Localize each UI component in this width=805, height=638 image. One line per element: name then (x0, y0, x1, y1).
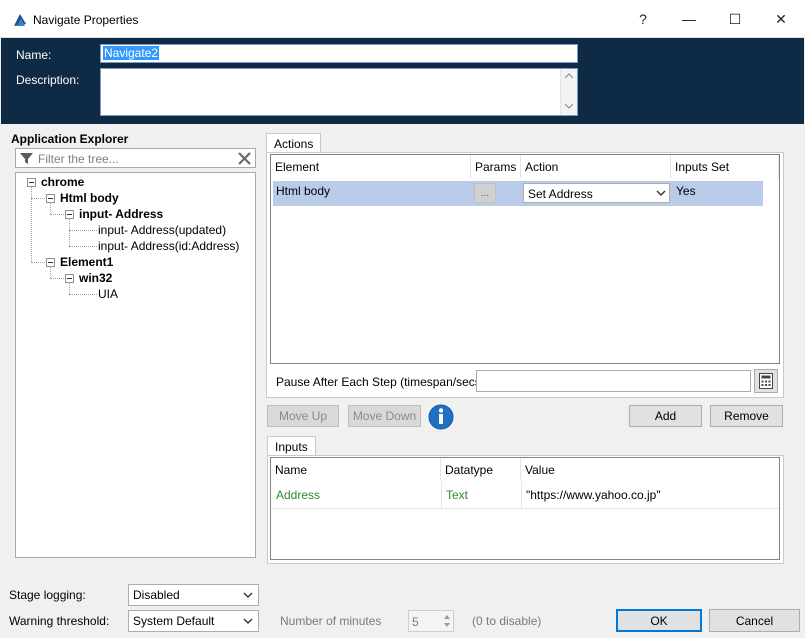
tree-node-input-address-updated[interactable]: input- Address(updated) (98, 223, 226, 237)
action-value: Set Address (528, 187, 593, 201)
application-tree[interactable]: chrome Html body input- Address input- A… (15, 172, 256, 558)
collapse-win32-icon[interactable] (65, 274, 74, 283)
disable-hint: (0 to disable) (472, 614, 542, 628)
stage-logging-label: Stage logging: (9, 588, 86, 602)
tree-node-uia[interactable]: UIA (98, 287, 118, 301)
params-button[interactable]: ... (474, 183, 496, 203)
clear-filter-icon[interactable] (238, 152, 251, 165)
filter-placeholder: Filter the tree... (38, 152, 119, 166)
warning-threshold-select[interactable]: System Default (128, 610, 259, 632)
cancel-button[interactable]: Cancel (709, 609, 800, 632)
column-header-datatype[interactable]: Datatype (441, 458, 521, 481)
name-value: Navigate2 (103, 46, 160, 60)
close-button[interactable]: ✕ (758, 4, 804, 34)
stage-logging-select[interactable]: Disabled (128, 584, 259, 606)
chevron-down-icon (243, 592, 253, 598)
warning-threshold-label: Warning threshold: (9, 614, 110, 628)
header-panel: Name: Description: Navigate2 (1, 38, 804, 124)
tree-node-input-address-id[interactable]: input- Address(id:Address) (98, 239, 239, 253)
table-row[interactable]: Html body ... Set Address Yes (273, 181, 763, 206)
column-header-params[interactable]: Params (471, 155, 521, 178)
stepper-arrows-icon[interactable] (443, 613, 451, 629)
help-button[interactable]: ? (620, 4, 666, 34)
pause-input[interactable] (476, 370, 751, 392)
pause-label: Pause After Each Step (timespan/secs) (276, 375, 485, 389)
tree-node-chrome[interactable]: chrome (41, 175, 84, 189)
remove-button[interactable]: Remove (710, 405, 783, 427)
table-row[interactable]: Address Text "https://www.yahoo.co.jp" (271, 482, 779, 509)
tree-node-win32[interactable]: win32 (79, 271, 112, 285)
inputs-grid[interactable]: Name Datatype Value Address Text "https:… (270, 457, 780, 560)
tab-inputs[interactable]: Inputs (267, 436, 316, 456)
input-name-cell: Address (276, 488, 321, 502)
action-select[interactable]: Set Address (523, 183, 670, 203)
calculator-button[interactable] (754, 369, 778, 393)
minutes-stepper[interactable]: 5 (408, 610, 454, 632)
actions-grid[interactable]: Element Params Action Inputs Set Html bo… (270, 154, 780, 364)
description-scrollbar[interactable] (560, 69, 577, 115)
collapse-element1-icon[interactable] (46, 258, 55, 267)
explorer-title: Application Explorer (11, 132, 129, 146)
column-header-name[interactable]: Name (271, 458, 441, 481)
info-icon[interactable] (428, 404, 454, 430)
minutes-value: 5 (412, 615, 419, 629)
row-element: Html body (276, 184, 331, 198)
tree-filter-input[interactable]: Filter the tree... (15, 148, 256, 168)
ok-button[interactable]: OK (616, 609, 702, 632)
maximize-button[interactable]: ☐ (712, 4, 758, 34)
minutes-label: Number of minutes (280, 614, 382, 628)
filter-icon (20, 153, 33, 164)
warning-threshold-value: System Default (133, 614, 215, 628)
stage-logging-value: Disabled (133, 588, 180, 602)
move-up-button[interactable]: Move Up (267, 405, 339, 427)
input-value-cell[interactable]: "https://www.yahoo.co.jp" (526, 488, 661, 502)
tree-node-html-body[interactable]: Html body (60, 191, 119, 205)
name-field[interactable]: Navigate2 (100, 44, 578, 63)
column-header-inputs-set[interactable]: Inputs Set (671, 155, 779, 178)
tree-node-element1[interactable]: Element1 (60, 255, 113, 269)
scroll-up-icon[interactable] (565, 73, 573, 79)
description-field[interactable] (100, 68, 578, 116)
scroll-down-icon[interactable] (565, 103, 573, 109)
name-label: Name: (16, 48, 52, 62)
collapse-html-body-icon[interactable] (46, 194, 55, 203)
column-header-action[interactable]: Action (521, 155, 671, 178)
move-down-button[interactable]: Move Down (348, 405, 421, 427)
tree-node-input-address[interactable]: input- Address (79, 207, 163, 221)
tab-actions[interactable]: Actions (266, 133, 322, 153)
title-bar: Navigate Properties ? — ☐ ✕ (0, 0, 805, 38)
collapse-input-address-icon[interactable] (65, 210, 74, 219)
chevron-down-icon (656, 190, 666, 196)
column-header-value[interactable]: Value (521, 458, 779, 481)
column-header-element[interactable]: Element (271, 155, 471, 178)
collapse-chrome-icon[interactable] (27, 178, 36, 187)
window-title: Navigate Properties (33, 13, 139, 27)
input-datatype-cell: Text (446, 488, 469, 502)
description-label: Description: (16, 73, 80, 87)
chevron-down-icon (243, 618, 253, 624)
row-inputs-set: Yes (676, 184, 696, 198)
app-logo-icon (14, 14, 26, 26)
add-button[interactable]: Add (629, 405, 702, 427)
calculator-icon (759, 373, 773, 389)
minimize-button[interactable]: — (666, 4, 712, 34)
